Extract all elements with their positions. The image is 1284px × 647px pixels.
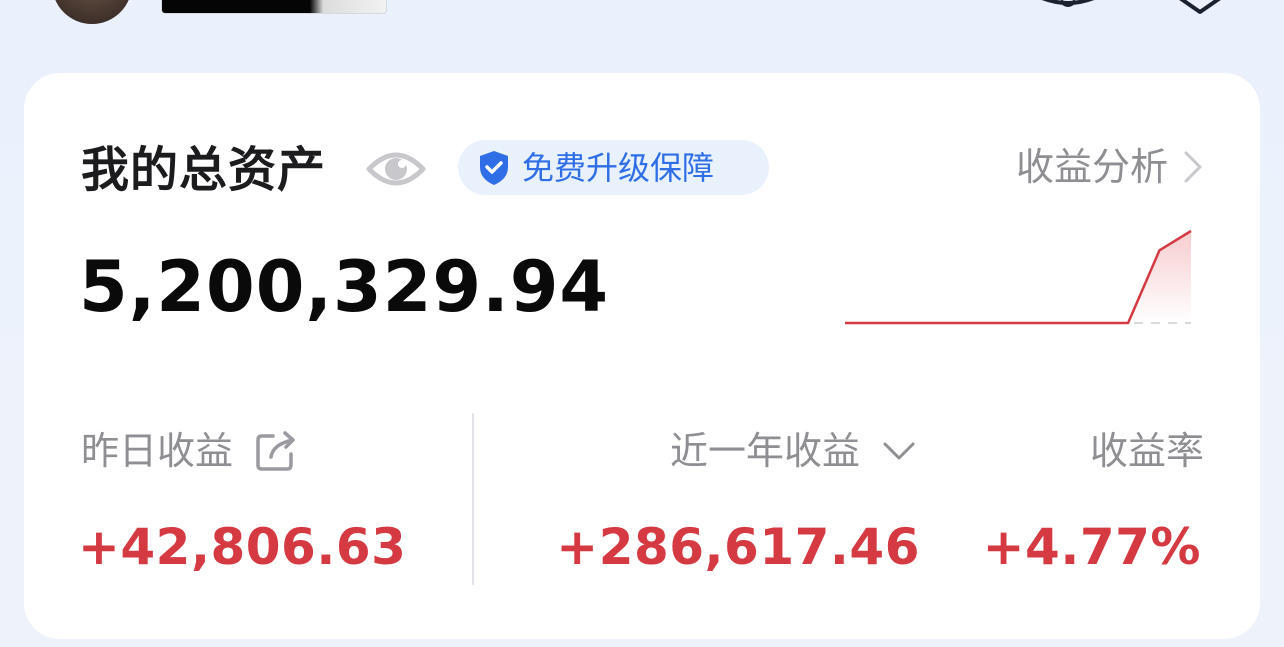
shield-check-icon <box>480 150 508 185</box>
earnings-analysis-link[interactable]: 收益分析 <box>1016 143 1204 191</box>
upgrade-protection-label: 免费升级保障 <box>522 148 715 187</box>
asset-card: 我的总资产 免费升级保障 收益分析 5,200,329.94 昨日收益 +42,… <box>24 73 1260 639</box>
stats-divider <box>472 413 474 585</box>
year-earnings-dropdown[interactable]: 近一年收益 <box>670 426 916 476</box>
sparkline-area <box>845 231 1191 323</box>
total-assets-value: 5,200,329.94 <box>79 246 610 328</box>
chevron-down-icon <box>883 442 915 460</box>
eye-icon[interactable] <box>366 143 426 195</box>
yesterday-earnings-header: 昨日收益 <box>81 426 297 476</box>
return-rate-label: 收益率 <box>1089 429 1204 473</box>
year-earnings-value: +286,617.46 <box>556 518 920 576</box>
bell-icon[interactable] <box>1038 0 1098 12</box>
upgrade-protection-button[interactable]: 免费升级保障 <box>458 140 769 195</box>
chevron-right-icon <box>1184 151 1202 183</box>
year-earnings-label: 近一年收益 <box>669 429 860 473</box>
return-rate-value: +4.77% <box>982 518 1201 576</box>
card-title: 我的总资产 <box>81 142 327 198</box>
yesterday-earnings-value: +42,806.63 <box>78 518 407 576</box>
banner-image[interactable] <box>161 0 387 14</box>
shield-icon[interactable] <box>1170 0 1230 16</box>
earnings-analysis-label: 收益分析 <box>1015 145 1168 189</box>
share-icon[interactable] <box>255 430 297 472</box>
avatar[interactable] <box>52 0 132 24</box>
yesterday-earnings-label: 昨日收益 <box>81 429 234 473</box>
asset-trend-sparkline <box>845 229 1192 325</box>
